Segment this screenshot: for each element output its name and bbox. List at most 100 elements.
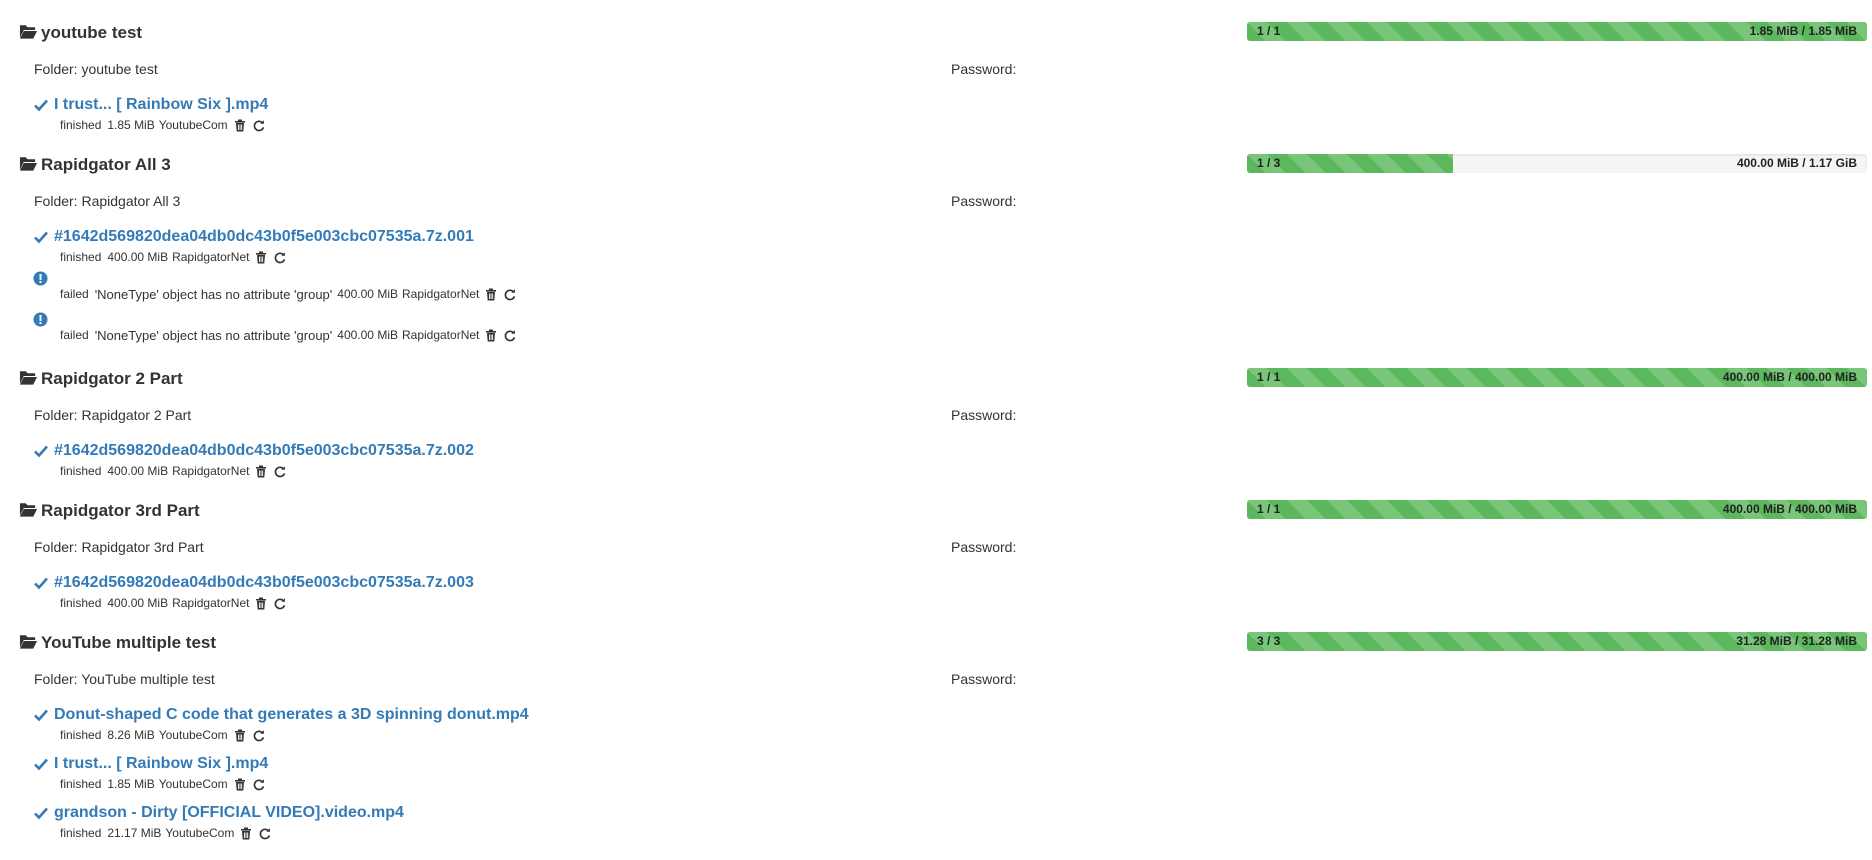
refresh-icon[interactable] — [259, 827, 271, 840]
refresh-icon[interactable] — [504, 329, 516, 342]
link-meta: finished 21.17 MiB YoutubeCom — [60, 826, 278, 841]
password-label: Password: — [951, 407, 1017, 423]
folder-open-icon — [19, 157, 38, 171]
link-item-failed: failed 'NoneType' object has no attribut… — [0, 267, 1872, 308]
package: Rapidgator 3rd Part 1 / 1 400.00 MiB / 4… — [0, 492, 1872, 613]
link-item: #1642d569820dea04db0dc43b0f5e003cbc07535… — [0, 572, 1872, 613]
password-label: Password: — [951, 539, 1017, 555]
link-meta: finished 8.26 MiB YoutubeCom — [60, 728, 272, 743]
package-header[interactable]: YouTube multiple test 3 / 3 31.28 MiB / … — [0, 624, 1872, 664]
package-name[interactable]: Rapidgator All 3 — [41, 155, 171, 175]
link-plugin: YoutubeCom — [158, 118, 228, 132]
progress-size: 400.00 MiB / 400.00 MiB — [1722, 502, 1857, 516]
link-plugin: YoutubeCom — [158, 777, 228, 791]
link-meta: finished 1.85 MiB YoutubeCom — [60, 118, 272, 133]
check-icon — [34, 709, 48, 722]
link-item: I trust... [ Rainbow Six ].mp4 finished … — [0, 94, 1872, 135]
package-header[interactable]: Rapidgator 3rd Part 1 / 1 400.00 MiB / 4… — [0, 492, 1872, 532]
progress-size: 31.28 MiB / 31.28 MiB — [1736, 634, 1857, 648]
link-name[interactable]: #1642d569820dea04db0dc43b0f5e003cbc07535… — [54, 227, 474, 247]
link-status: finished — [60, 777, 102, 791]
progress-count: 1 / 3 — [1257, 156, 1281, 170]
package-meta: Folder: Rapidgator 2 Part Password: — [0, 400, 1872, 440]
link-status: failed — [60, 328, 89, 342]
password-label: Password: — [951, 61, 1017, 77]
refresh-icon[interactable] — [253, 729, 265, 742]
link-item: #1642d569820dea04db0dc43b0f5e003cbc07535… — [0, 440, 1872, 481]
exclamation-circle-icon — [33, 271, 48, 286]
package-header[interactable]: Rapidgator All 3 1 / 3 400.00 MiB / 1.17… — [0, 146, 1872, 186]
progress-bar: 1 / 3 400.00 MiB / 1.17 GiB — [1247, 154, 1867, 173]
progress-size: 1.85 MiB / 1.85 MiB — [1749, 24, 1857, 38]
trash-icon[interactable] — [240, 827, 252, 840]
refresh-icon[interactable] — [274, 597, 286, 610]
package: youtube test 1 / 1 1.85 MiB / 1.85 MiB F… — [0, 14, 1872, 135]
link-size: 1.85 MiB — [107, 777, 155, 791]
link-name[interactable]: #1642d569820dea04db0dc43b0f5e003cbc07535… — [54, 441, 474, 461]
link-size: 1.85 MiB — [107, 118, 155, 132]
check-icon — [34, 99, 48, 112]
trash-icon[interactable] — [485, 329, 497, 342]
progress-bar: 3 / 3 31.28 MiB / 31.28 MiB — [1247, 632, 1867, 651]
link-meta: finished 400.00 MiB RapidgatorNet — [60, 464, 293, 479]
link-status: finished — [60, 250, 102, 264]
link-status: finished — [60, 596, 102, 610]
refresh-icon[interactable] — [274, 465, 286, 478]
trash-icon[interactable] — [234, 729, 246, 742]
package-header[interactable]: Rapidgator 2 Part 1 / 1 400.00 MiB / 400… — [0, 360, 1872, 400]
package-name[interactable]: youtube test — [41, 23, 142, 43]
link-size: 400.00 MiB — [337, 328, 398, 342]
link-name[interactable]: Donut-shaped C code that generates a 3D … — [54, 705, 529, 725]
folder-label: Folder: Rapidgator All 3 — [34, 193, 181, 209]
trash-icon[interactable] — [255, 251, 267, 264]
progress-count: 1 / 1 — [1257, 502, 1281, 516]
link-name[interactable]: #1642d569820dea04db0dc43b0f5e003cbc07535… — [54, 573, 474, 593]
package-header[interactable]: youtube test 1 / 1 1.85 MiB / 1.85 MiB — [0, 14, 1872, 54]
link-error: 'NoneType' object has no attribute 'grou… — [94, 287, 333, 302]
progress-size: 400.00 MiB / 400.00 MiB — [1722, 370, 1857, 384]
package-name[interactable]: Rapidgator 2 Part — [41, 369, 183, 389]
link-plugin: RapidgatorNet — [401, 287, 480, 301]
link-status: finished — [60, 464, 102, 478]
link-status: finished — [60, 118, 102, 132]
link-meta: failed 'NoneType' object has no attribut… — [60, 328, 523, 343]
link-meta: finished 400.00 MiB RapidgatorNet — [60, 596, 293, 611]
progress-count: 1 / 1 — [1257, 24, 1281, 38]
link-status: failed — [60, 287, 89, 301]
check-icon — [34, 758, 48, 771]
check-icon — [34, 807, 48, 820]
link-item-failed: failed 'NoneType' object has no attribut… — [0, 308, 1872, 349]
link-name[interactable]: I trust... [ Rainbow Six ].mp4 — [54, 95, 268, 115]
link-name[interactable]: grandson - Dirty [OFFICIAL VIDEO].video.… — [54, 803, 404, 823]
link-name[interactable]: I trust... [ Rainbow Six ].mp4 — [54, 754, 268, 774]
trash-icon[interactable] — [255, 465, 267, 478]
refresh-icon[interactable] — [253, 778, 265, 791]
link-status: finished — [60, 826, 102, 840]
link-plugin: RapidgatorNet — [172, 250, 250, 264]
link-error: 'NoneType' object has no attribute 'grou… — [94, 328, 333, 343]
trash-icon[interactable] — [255, 597, 267, 610]
check-icon — [34, 577, 48, 590]
trash-icon[interactable] — [234, 119, 246, 132]
refresh-icon[interactable] — [504, 288, 516, 301]
folder-open-icon — [19, 635, 38, 649]
refresh-icon[interactable] — [253, 119, 265, 132]
trash-icon[interactable] — [234, 778, 246, 791]
package-name[interactable]: YouTube multiple test — [41, 633, 216, 653]
trash-icon[interactable] — [485, 288, 497, 301]
progress-bar: 1 / 1 400.00 MiB / 400.00 MiB — [1247, 368, 1867, 387]
password-label: Password: — [951, 671, 1017, 687]
link-size: 400.00 MiB — [107, 596, 169, 610]
link-item: Donut-shaped C code that generates a 3D … — [0, 704, 1872, 753]
package-meta: Folder: Rapidgator All 3 Password: — [0, 186, 1872, 226]
refresh-icon[interactable] — [274, 251, 286, 264]
password-label: Password: — [951, 193, 1017, 209]
folder-open-icon — [19, 371, 38, 385]
link-item: #1642d569820dea04db0dc43b0f5e003cbc07535… — [0, 226, 1872, 267]
package-list: youtube test 1 / 1 1.85 MiB / 1.85 MiB F… — [0, 0, 1872, 860]
exclamation-circle-icon — [33, 312, 48, 327]
package-name[interactable]: Rapidgator 3rd Part — [41, 501, 200, 521]
check-icon — [34, 231, 48, 244]
check-icon — [34, 445, 48, 458]
link-size: 400.00 MiB — [337, 287, 398, 301]
